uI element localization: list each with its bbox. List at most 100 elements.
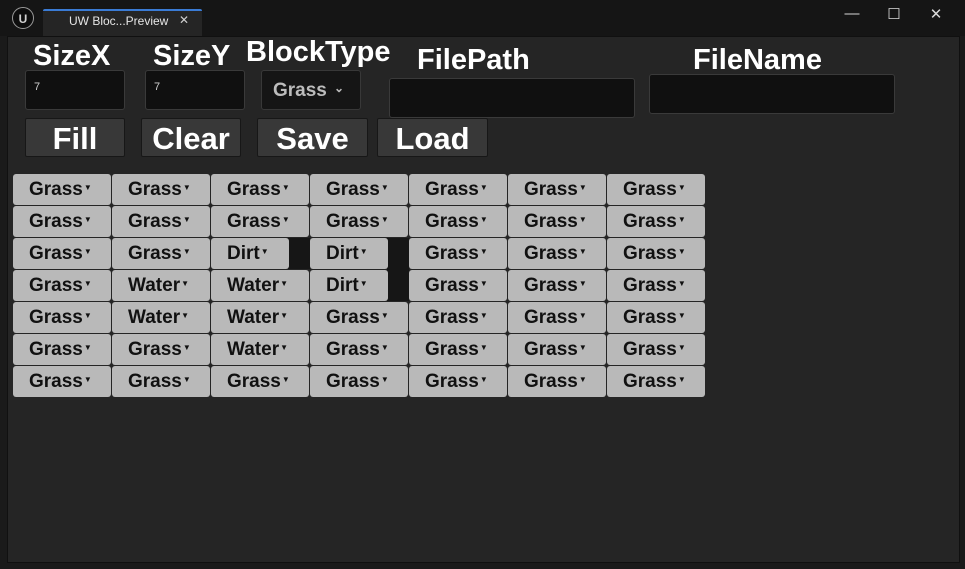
block-cell-dropdown[interactable]: Grass▼ [508,334,606,365]
block-cell-dropdown[interactable]: Grass▼ [310,174,408,205]
block-cell-value: Grass [425,275,479,296]
block-cell-value: Grass [326,179,380,200]
sizex-input[interactable]: 7 [25,70,125,110]
block-cell-dropdown[interactable]: Grass▼ [409,174,507,205]
caret-down-icon: ▼ [182,215,191,225]
block-cell-value: Grass [524,307,578,328]
caret-down-icon: ▼ [281,215,290,225]
block-cell-dropdown[interactable]: Grass▼ [508,238,606,269]
maximize-button[interactable]: ☐ [879,5,909,23]
block-cell-dropdown[interactable]: Grass▼ [607,206,705,237]
grid-gap [288,238,310,269]
block-cell-dropdown[interactable]: Grass▼ [112,366,210,397]
caret-down-icon: ▼ [578,215,587,225]
blocktype-label: BlockType [246,36,391,68]
caret-down-icon: ▼ [479,183,488,193]
caret-down-icon: ▼ [380,183,389,193]
block-cell-dropdown[interactable]: Grass▼ [310,334,408,365]
block-cell-dropdown[interactable]: Grass▼ [211,366,309,397]
block-cell-dropdown[interactable]: Grass▼ [13,206,111,237]
block-cell-dropdown[interactable]: Water▼ [211,302,309,333]
block-cell-dropdown[interactable]: Grass▼ [607,366,705,397]
block-cell-dropdown[interactable]: Grass▼ [13,174,111,205]
block-cell-value: Grass [425,179,479,200]
block-cell-dropdown[interactable]: Water▼ [112,302,210,333]
block-cell-dropdown[interactable]: Grass▼ [508,174,606,205]
block-cell-dropdown[interactable]: Grass▼ [112,334,210,365]
block-cell-value: Water [227,275,280,296]
block-cell-dropdown[interactable]: Water▼ [112,270,210,301]
sizex-label: SizeX [33,40,111,72]
block-cell-dropdown[interactable]: Grass▼ [409,334,507,365]
caret-down-icon: ▼ [479,247,488,257]
block-cell-dropdown[interactable]: Grass▼ [211,206,309,237]
blocktype-dropdown[interactable]: Grass ⌄ [261,70,361,110]
block-cell-dropdown[interactable]: Dirt▼ [211,238,289,269]
block-cell-dropdown[interactable]: Water▼ [211,270,309,301]
filepath-input[interactable] [389,78,635,118]
block-cell-value: Grass [524,339,578,360]
block-cell-dropdown[interactable]: Grass▼ [310,366,408,397]
block-cell-dropdown[interactable]: Grass▼ [607,334,705,365]
caret-down-icon: ▼ [479,215,488,225]
block-cell-dropdown[interactable]: Grass▼ [607,174,705,205]
block-cell-dropdown[interactable]: Grass▼ [211,174,309,205]
filename-input[interactable] [649,74,895,114]
block-cell-dropdown[interactable]: Grass▼ [508,302,606,333]
close-window-button[interactable]: ✕ [921,5,951,23]
block-cell-value: Grass [29,243,83,264]
block-cell-dropdown[interactable]: Grass▼ [409,302,507,333]
caret-down-icon: ▼ [260,247,269,257]
block-cell-value: Grass [29,307,83,328]
block-cell-dropdown[interactable]: Grass▼ [310,206,408,237]
block-cell-dropdown[interactable]: Grass▼ [13,366,111,397]
block-cell-dropdown[interactable]: Grass▼ [310,302,408,333]
block-cell-dropdown[interactable]: Dirt▼ [310,238,388,269]
load-button[interactable]: Load [377,118,488,157]
block-cell-value: Water [128,275,181,296]
caret-down-icon: ▼ [380,311,389,321]
caret-down-icon: ▼ [182,375,191,385]
caret-down-icon: ▼ [578,375,587,385]
block-cell-dropdown[interactable]: Grass▼ [13,238,111,269]
sizey-input[interactable]: 7 [145,70,245,110]
block-cell-dropdown[interactable]: Grass▼ [508,206,606,237]
block-cell-dropdown[interactable]: Dirt▼ [310,270,388,301]
block-cell-dropdown[interactable]: Grass▼ [112,238,210,269]
block-cell-dropdown[interactable]: Grass▼ [409,238,507,269]
block-cell-dropdown[interactable]: Grass▼ [508,366,606,397]
block-cell-dropdown[interactable]: Grass▼ [409,366,507,397]
block-cell-dropdown[interactable]: Grass▼ [508,270,606,301]
block-cell-value: Grass [524,211,578,232]
tab-close-icon[interactable]: ✕ [179,13,189,27]
caret-down-icon: ▼ [359,279,368,289]
block-cell-dropdown[interactable]: Grass▼ [112,206,210,237]
block-cell-dropdown[interactable]: Grass▼ [607,238,705,269]
block-cell-value: Dirt [326,243,359,264]
caret-down-icon: ▼ [578,247,587,257]
block-cell-dropdown[interactable]: Grass▼ [409,270,507,301]
block-cell-value: Water [227,339,280,360]
block-cell-dropdown[interactable]: Grass▼ [112,174,210,205]
caret-down-icon: ▼ [83,279,92,289]
caret-down-icon: ▼ [181,311,190,321]
block-cell-value: Grass [326,211,380,232]
block-cell-dropdown[interactable]: Grass▼ [13,302,111,333]
save-button[interactable]: Save [257,118,368,157]
blocktype-selected-value: Grass [273,80,327,101]
block-cell-dropdown[interactable]: Grass▼ [13,334,111,365]
fill-button[interactable]: Fill [25,118,125,157]
block-cell-dropdown[interactable]: Grass▼ [607,302,705,333]
block-cell-value: Grass [29,211,83,232]
grid-gap [387,238,409,301]
tab-active-indicator [43,9,202,11]
block-cell-value: Grass [623,339,677,360]
tab-widget-preview[interactable]: UW Bloc...Preview ✕ [43,9,202,36]
block-cell-dropdown[interactable]: Grass▼ [409,206,507,237]
clear-button[interactable]: Clear [141,118,241,157]
block-cell-dropdown[interactable]: Grass▼ [607,270,705,301]
block-cell-value: Grass [128,211,182,232]
block-cell-dropdown[interactable]: Water▼ [211,334,309,365]
minimize-button[interactable]: — [837,5,867,22]
block-cell-dropdown[interactable]: Grass▼ [13,270,111,301]
